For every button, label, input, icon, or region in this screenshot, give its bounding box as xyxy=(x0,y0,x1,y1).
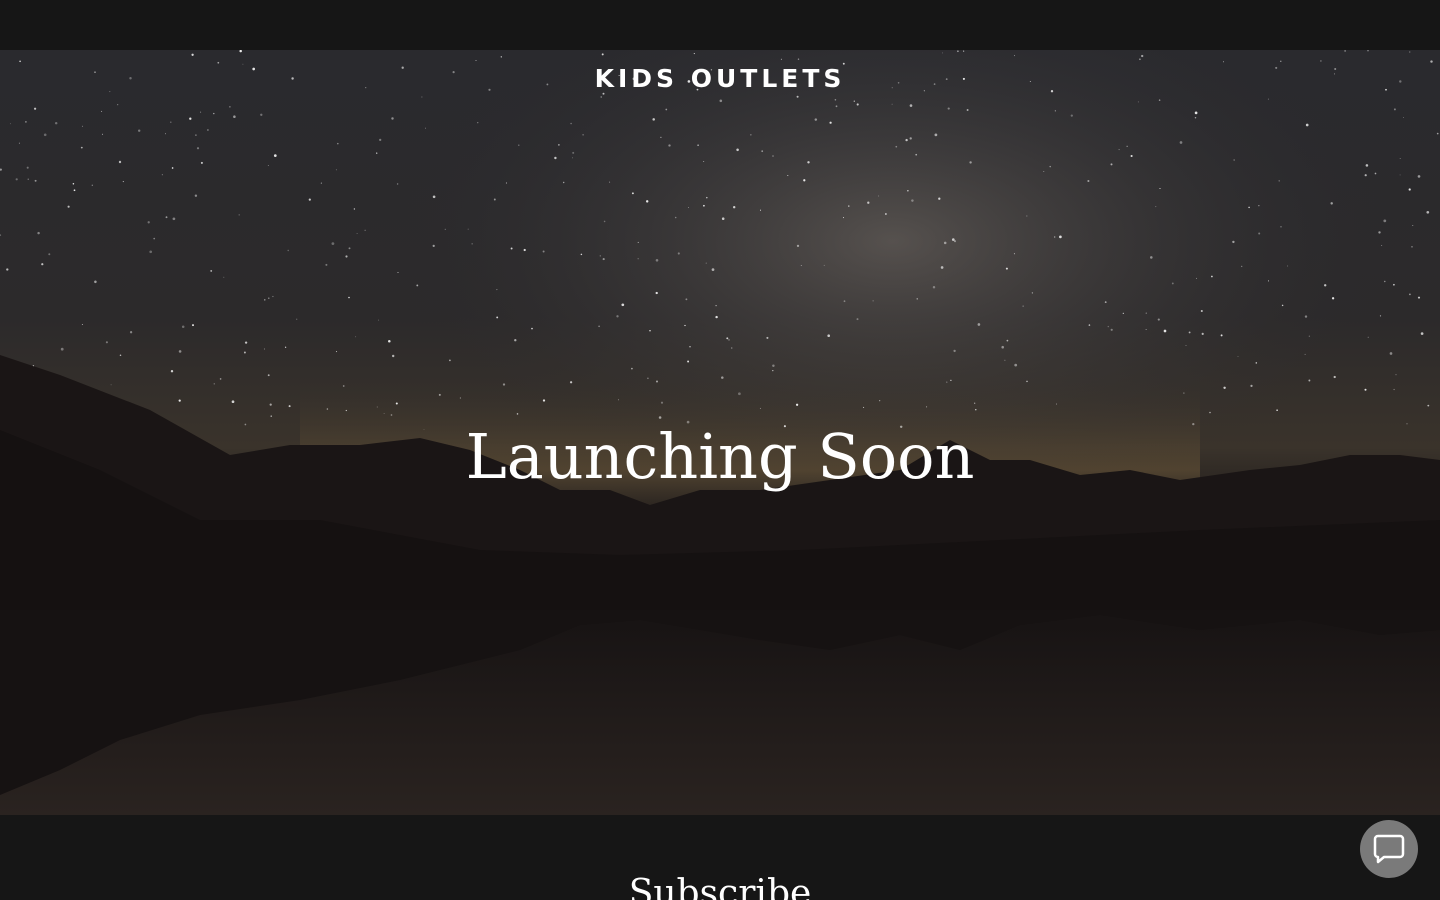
hero-section: KIDS OUTLETS Launching Soon xyxy=(0,50,1440,815)
chat-button[interactable] xyxy=(1360,820,1418,878)
hero-headline: Launching Soon xyxy=(465,420,975,493)
subscribe-section: Subscribe xyxy=(0,815,1440,900)
subscribe-title: Subscribe xyxy=(628,873,812,900)
chat-bubble-icon xyxy=(1373,834,1405,864)
top-bar xyxy=(0,0,1440,50)
brand-name[interactable]: KIDS OUTLETS xyxy=(0,64,1440,93)
